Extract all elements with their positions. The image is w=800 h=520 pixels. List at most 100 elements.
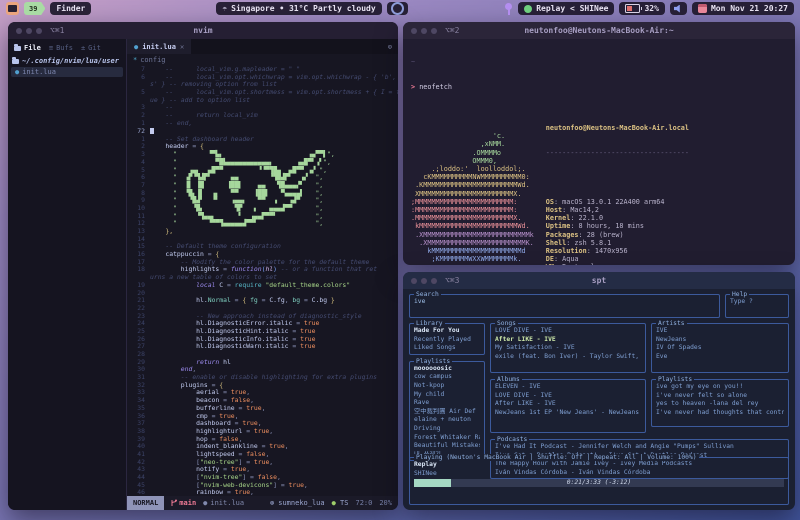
neotree-root-path[interactable]: ~/.config/nvim/lua/user <box>8 56 126 66</box>
minimize-button[interactable] <box>421 28 427 34</box>
info-line: OS: macOS 13.0.1 22A400 arm64 <box>546 198 751 206</box>
close-button[interactable] <box>16 28 22 34</box>
help-panel[interactable]: Help Type ? <box>725 294 789 318</box>
playlist-item[interactable]: Driving <box>414 425 480 434</box>
pin-icon[interactable] <box>504 3 513 15</box>
buffer-tab-initlua[interactable]: ● init.lua ✕ <box>127 39 191 54</box>
artist-item[interactable]: IV Of Spades <box>656 344 784 353</box>
nvim-titlebar[interactable]: ⌥⌘1 nvim <box>8 22 398 39</box>
song-item[interactable]: exile (feat. Bon Iver) - Taylor Swift, <box>495 353 641 362</box>
spotify-icon <box>524 5 532 13</box>
info-colon: : <box>554 255 562 263</box>
album-item[interactable]: After LIKE - IVE <box>495 400 641 409</box>
line-number: 2 <box>127 112 150 120</box>
menu-bar: 39 Finder ☂ Singapore • 31°C Partly clou… <box>0 0 800 17</box>
git-branch-icon: ± <box>81 44 85 52</box>
line-number: 18 <box>127 266 150 274</box>
window-controls[interactable] <box>16 28 42 34</box>
window-controls[interactable] <box>411 28 437 34</box>
buffers-icon: ≡ <box>49 44 53 52</box>
zoom-button[interactable] <box>431 278 437 284</box>
git-branch-icon <box>171 499 177 507</box>
playlist-item[interactable]: elaine + neuton <box>414 416 480 425</box>
git-branch[interactable]: main <box>171 499 196 507</box>
progress-bar[interactable]: 0:21/3:33 (-3:12) <box>414 479 784 487</box>
winbar-breadcrumb: * config <box>127 54 398 66</box>
songs-panel[interactable]: Songs LOVE DIVE - IVEAfter LIKE - IVEMy … <box>490 323 646 373</box>
code-line: 27 hl.DiagnosticWarn.italic = true <box>127 343 398 351</box>
panel-title: Search <box>414 291 441 298</box>
vim-mode-indicator: NORMAL <box>127 496 164 510</box>
playing-panel[interactable]: Playing (Neuton's MacBook Air | Shuffle:… <box>409 457 789 505</box>
close-button[interactable] <box>411 278 417 284</box>
song-item[interactable]: After LIKE - IVE <box>495 336 641 345</box>
artist-item[interactable]: IVE <box>656 327 784 336</box>
playlists-panel-left[interactable]: Playlists moooooosiccow campusNot-kpopMy… <box>409 361 485 462</box>
library-item[interactable]: Liked Songs <box>414 344 480 353</box>
terminal-titlebar[interactable]: ⌥⌘2 neutonfoo@Neutons-MacBook-Air:~ <box>403 22 795 39</box>
gear-icon[interactable]: ⊙ <box>382 43 398 51</box>
playlist-item[interactable]: Not-kpop <box>414 382 480 391</box>
artists-panel[interactable]: Artists IVENewJeansIV Of SpadesEve <box>651 323 789 373</box>
tab-git[interactable]: ±Git <box>81 44 101 52</box>
panel-title: Playlists <box>656 376 694 383</box>
volume-widget[interactable] <box>670 2 687 15</box>
album-item[interactable]: NewJeans 1st EP 'New Jeans' - NewJeans <box>495 409 641 418</box>
minimize-button[interactable] <box>26 28 32 34</box>
speaker-icon <box>674 5 683 13</box>
search-input[interactable]: ive <box>414 298 715 307</box>
song-item[interactable]: My Satisfaction - IVE <box>495 344 641 353</box>
playlists-panel-right[interactable]: Playlists ive got my eye on you!!i've ne… <box>651 379 789 427</box>
editor-pane[interactable]: ● init.lua ✕ ⊙ * config 7 -- local_vim.g… <box>127 39 398 510</box>
playlist-item[interactable]: i've never felt so alone <box>656 392 784 401</box>
playlist-item[interactable]: Rave <box>414 399 480 408</box>
playlist-item[interactable]: 空中裁判團 Air Def <box>414 408 480 417</box>
minimize-button[interactable] <box>421 278 427 284</box>
song-item[interactable]: LOVE DIVE - IVE <box>495 327 641 336</box>
playlist-item[interactable]: cow campus <box>414 373 480 382</box>
artist-item[interactable]: Eve <box>656 353 784 362</box>
library-item[interactable]: Made For You <box>414 327 480 336</box>
podcast-item[interactable]: I've Had It Podcast - Jennifer Welch and… <box>495 443 784 452</box>
folder-icon <box>14 46 21 51</box>
album-item[interactable]: LOVE DIVE - IVE <box>495 392 641 401</box>
clock-widget[interactable]: Mon Nov 21 20:27 <box>692 2 794 15</box>
playlist-item[interactable]: I've never had thoughts that control me <box>656 409 784 418</box>
playlist-item[interactable]: yes to heaven -lana del rey <box>656 400 784 409</box>
playlist-item[interactable]: Beautiful Mistakes <box>414 442 480 451</box>
command: neofetch <box>419 83 452 91</box>
zoom-button[interactable] <box>431 28 437 34</box>
terminal-app-icon[interactable] <box>6 2 19 15</box>
code-area[interactable]: 7 -- local_vim.g.mapleader = " " 6 -- lo… <box>127 66 398 496</box>
info-colon: : <box>554 263 562 265</box>
album-item[interactable]: ELEVEN - IVE <box>495 383 641 392</box>
close-button[interactable] <box>411 28 417 34</box>
neotree-file-initlua[interactable]: ● init.lua <box>11 67 123 77</box>
zoom-button[interactable] <box>36 28 42 34</box>
spt-titlebar[interactable]: ⌥⌘3 spt <box>403 272 795 289</box>
library-panel[interactable]: Library Made For YouRecently PlayedLiked… <box>409 323 485 355</box>
front-app-name[interactable]: Finder <box>50 2 91 15</box>
search-panel[interactable]: Search ive <box>409 294 720 318</box>
albums-panel[interactable]: Albums ELEVEN - IVELOVE DIVE - IVEAfter … <box>490 379 646 433</box>
info-line: Shell: zsh 5.8.1 <box>546 239 751 247</box>
tab-close-icon[interactable]: ✕ <box>180 43 184 51</box>
line-number <box>127 97 150 105</box>
terminal-content[interactable]: ~ > neofetch 'c. ,xNMM. .OMMMMo OMMM0, .… <box>403 39 795 265</box>
artist-item[interactable]: NewJeans <box>656 336 784 345</box>
tab-bufs[interactable]: ≡Bufs <box>49 44 73 52</box>
playlist-item[interactable]: ive got my eye on you!! <box>656 383 784 392</box>
playlist-item[interactable]: moooooosic <box>414 365 480 374</box>
tab-file[interactable]: File <box>14 44 41 52</box>
battery-widget[interactable]: 32% <box>619 2 664 15</box>
window-controls[interactable] <box>411 278 437 284</box>
library-item[interactable]: Recently Played <box>414 336 480 345</box>
info-line: DE: Aqua <box>546 255 751 263</box>
weather-widget[interactable]: ☂ Singapore • 31°C Partly cloudy <box>216 2 381 15</box>
battery-icon <box>625 4 640 13</box>
workspace-badge[interactable]: 39 <box>24 2 45 15</box>
playlist-item[interactable]: Forest Whitaker Ra <box>414 434 480 443</box>
playlist-item[interactable]: My child <box>414 391 480 400</box>
toggle-widget[interactable] <box>387 2 408 15</box>
now-playing-widget[interactable]: Replay < SHINee <box>518 2 614 15</box>
